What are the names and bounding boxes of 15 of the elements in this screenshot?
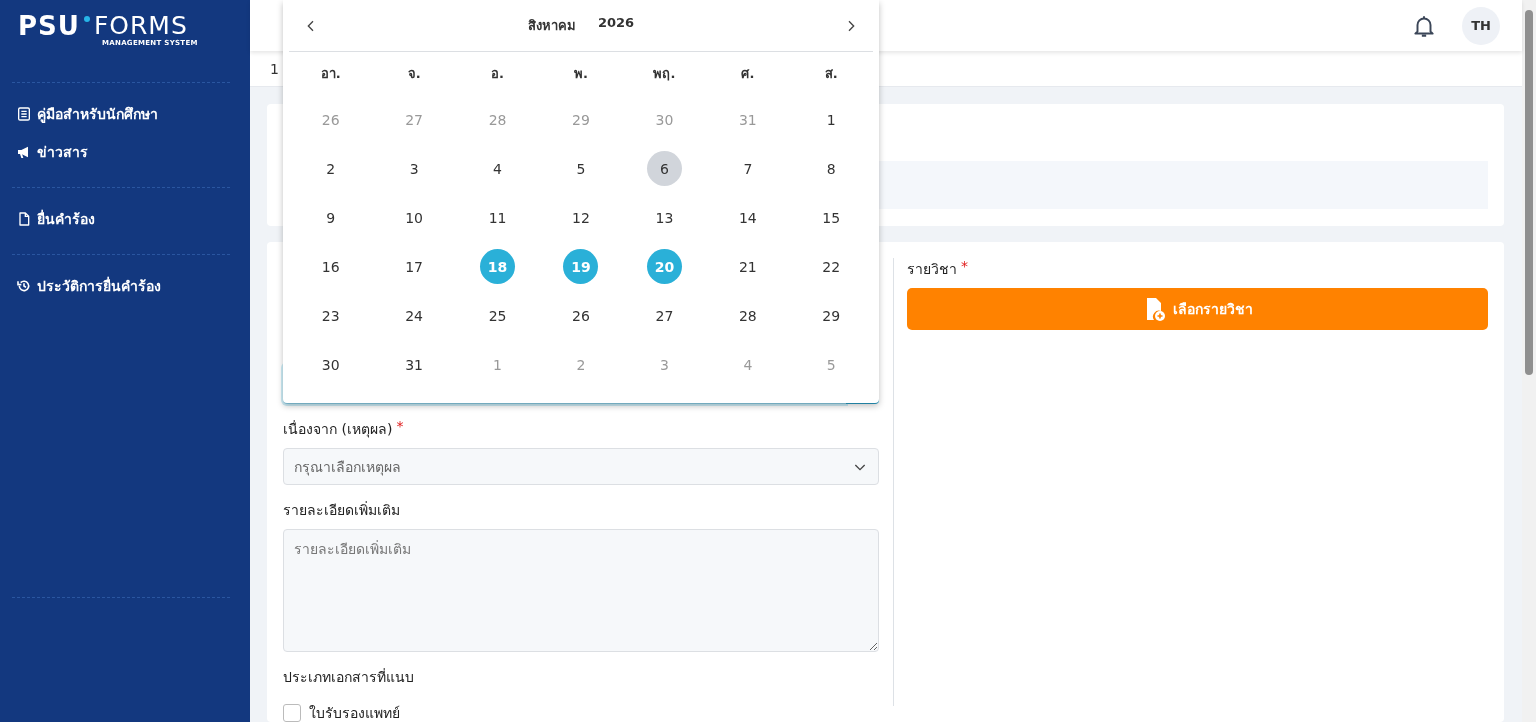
weekday-label: จ. — [407, 65, 421, 83]
weekday-label: ศ. — [741, 65, 755, 83]
weekday-label: อ. — [491, 65, 505, 83]
field-label: เนื่องจาก (เหตุผล) — [283, 419, 393, 440]
weekday-label: อา. — [320, 65, 341, 83]
required-mark: * — [396, 418, 404, 436]
weekday-label: พฤ. — [653, 65, 676, 83]
weekday-label: ส. — [824, 65, 838, 83]
field-label: ประเภทเอกสารที่แนบ — [283, 667, 414, 687]
weekday-label: พ. — [574, 65, 588, 83]
breadcrumb-text: 1 — [270, 60, 279, 77]
field-label: รายละเอียดเพิ่มเติม — [283, 500, 400, 520]
checkbox-label: ใบรับรองแพทย์ — [309, 704, 400, 722]
required-mark: * — [961, 258, 968, 276]
field-label: รายวิชา — [907, 260, 957, 279]
